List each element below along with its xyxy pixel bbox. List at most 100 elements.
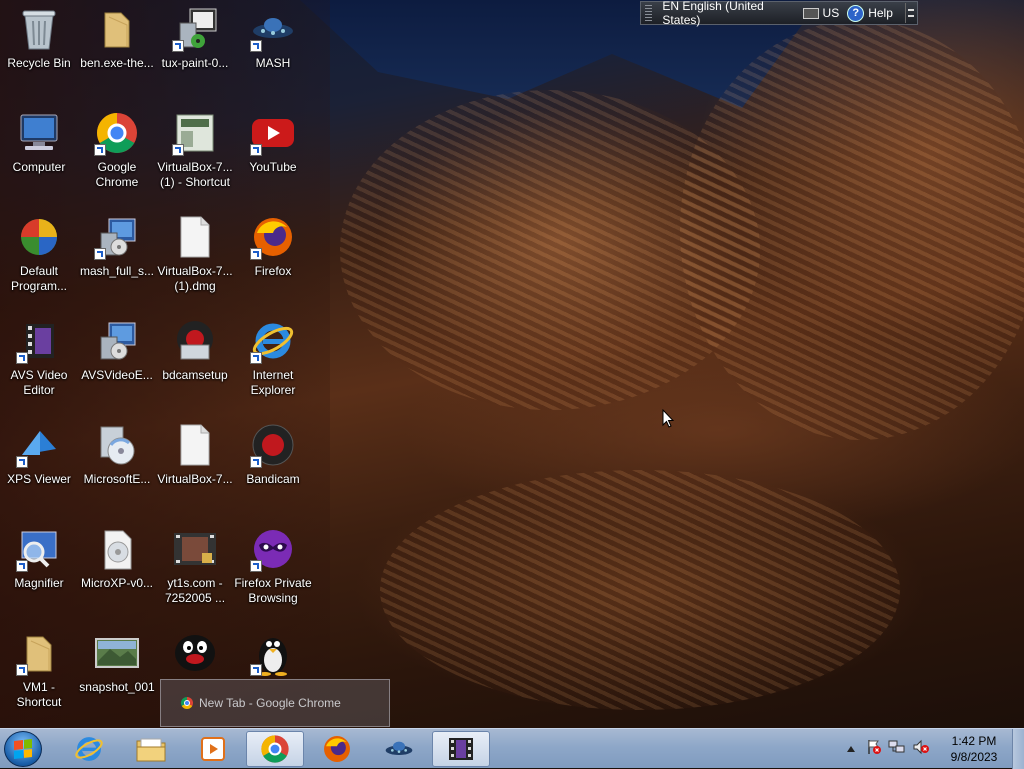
desktop-icon-xps-viewer[interactable]: XPS Viewer — [0, 416, 78, 516]
desktop-icon-virtualbox-shortcut[interactable]: VirtualBox-7... (1) - Shortcut — [156, 104, 234, 204]
icon-label: YouTube — [249, 160, 297, 174]
icon-label: ben.exe-the... — [80, 56, 154, 70]
language-bar-grip[interactable] — [645, 5, 653, 21]
volume-muted-icon — [913, 739, 929, 754]
language-bar-options-button[interactable] — [904, 3, 917, 23]
shortcut-arrow-icon — [250, 248, 262, 260]
desktop-icon-yt1s-video[interactable]: yt1s.com - 7252005 ... — [156, 520, 234, 620]
icon-label: tux-paint-0... — [161, 56, 229, 70]
desktop-icon-snapshot-001[interactable]: snapshot_001 — [78, 624, 156, 724]
taskbar-media-player[interactable] — [184, 731, 242, 767]
desktop-icon-firefox[interactable]: Firefox — [234, 208, 312, 308]
shortcut-arrow-icon — [250, 456, 262, 468]
keyboard-layout-label: US — [822, 6, 840, 20]
wallpaper-rock — [680, 20, 1024, 440]
folder-icon — [94, 6, 140, 52]
movie-maker-icon — [449, 738, 473, 760]
icon-label: VirtualBox-7... — [157, 472, 233, 486]
menu-lines-icon — [908, 15, 915, 17]
desktop-icon-avsvideoeditor-setup[interactable]: AVSVideoE... — [78, 312, 156, 412]
installer-icon — [94, 214, 140, 260]
desktop-icon-microxp[interactable]: MicroXP-v0... — [78, 520, 156, 620]
computer-icon — [16, 110, 62, 156]
installer-icon — [94, 318, 140, 364]
shortcut-arrow-icon — [16, 456, 28, 468]
desktop-icon-mash-full-setup[interactable]: mash_full_s... — [78, 208, 156, 308]
chrome-icon — [261, 735, 289, 763]
volume-button[interactable] — [912, 739, 930, 760]
icon-label: Computer — [12, 160, 66, 174]
folder-icon — [16, 630, 62, 676]
desktop-icon-bdcamsetup[interactable]: bdcamsetup — [156, 312, 234, 412]
desktop[interactable]: Recycle Bin Computer Default Program... … — [0, 0, 1024, 728]
desktop-icon-internet-explorer[interactable]: Internet Explorer — [234, 312, 312, 412]
desktop-icon-mash[interactable]: MASH — [234, 0, 312, 100]
recycle-bin-icon — [16, 6, 62, 52]
action-center-button[interactable] — [866, 739, 882, 760]
desktop-icon-youtube[interactable]: YouTube — [234, 104, 312, 204]
icon-label: AVSVideoE... — [81, 368, 153, 382]
taskbar-google-chrome[interactable] — [246, 731, 304, 767]
taskbar-movie-maker[interactable] — [432, 731, 490, 767]
taskbar-windows-explorer[interactable] — [122, 731, 180, 767]
icon-label: VM1 - Shortcut — [16, 680, 62, 709]
icon-label: snapshot_001 — [79, 680, 155, 694]
desktop-icon-virtualbox-dmg[interactable]: VirtualBox-7... (1).dmg — [156, 208, 234, 308]
shortcut-arrow-icon — [16, 560, 28, 572]
clock-time: 1:42 PM — [951, 734, 997, 748]
shortcut-arrow-icon — [250, 40, 262, 52]
desktop-icon-recycle-bin[interactable]: Recycle Bin — [0, 0, 78, 100]
chevron-up-icon — [847, 746, 855, 752]
icon-label: Firefox Private Browsing — [234, 576, 312, 605]
mouse-cursor-icon — [662, 409, 674, 428]
show-desktop-button[interactable] — [1012, 729, 1024, 769]
desktop-icon-firefox-private[interactable]: Firefox Private Browsing — [234, 520, 312, 620]
network-button[interactable] — [888, 739, 906, 760]
bandicam-setup-icon — [172, 318, 218, 364]
icon-label: Internet Explorer — [250, 368, 296, 397]
taskbar-mash[interactable] — [370, 731, 428, 767]
taskbar-thumbnail-preview[interactable]: New Tab - Google Chrome — [160, 679, 390, 727]
desktop-icon-bandicam[interactable]: Bandicam — [234, 416, 312, 516]
firefox-private-icon — [250, 526, 296, 572]
menu-lines-icon — [908, 9, 915, 11]
video-file-icon — [172, 526, 218, 572]
icon-label: Firefox — [254, 264, 292, 278]
desktop-icon-ben-exe[interactable]: ben.exe-the... — [78, 0, 156, 100]
shortcut-arrow-icon — [250, 352, 262, 364]
icon-label: yt1s.com - 7252005 ... — [164, 576, 226, 605]
disc-installer-icon — [94, 422, 140, 468]
taskbar[interactable]: 1:42 PM 9/8/2023 — [0, 728, 1024, 769]
desktop-icon-vm1-shortcut[interactable]: VM1 - Shortcut — [0, 624, 78, 724]
language-bar[interactable]: EN English (United States) US ? Help — [640, 0, 918, 27]
desktop-icon-google-chrome[interactable]: Google Chrome — [78, 104, 156, 204]
icon-label: mash_full_s... — [79, 264, 155, 278]
xps-viewer-icon — [16, 422, 62, 468]
show-hidden-icons-button[interactable] — [844, 746, 858, 752]
icon-label: AVS Video Editor — [10, 368, 68, 397]
windows-logo-icon — [14, 739, 32, 759]
desktop-icon-avs-video-editor[interactable]: AVS Video Editor — [0, 312, 78, 412]
taskbar-clock[interactable]: 1:42 PM 9/8/2023 — [940, 733, 1008, 765]
file-icon — [172, 214, 218, 260]
desktop-icon-computer[interactable]: Computer — [0, 104, 78, 204]
icon-label: XPS Viewer — [7, 472, 71, 486]
taskbar-firefox[interactable] — [308, 731, 366, 767]
desktop-icon-magnifier[interactable]: Magnifier — [0, 520, 78, 620]
icon-label: Default Program... — [10, 264, 67, 293]
help-button[interactable]: ? Help — [847, 4, 893, 22]
taskbar-internet-explorer[interactable] — [60, 731, 118, 767]
language-selector[interactable]: EN English (United States) — [662, 0, 794, 27]
desktop-icon-tux-paint-installer[interactable]: tux-paint-0... — [156, 0, 234, 100]
desktop-icon-default-programs[interactable]: Default Program... — [0, 208, 78, 308]
desktop-icon-virtualbox-file[interactable]: VirtualBox-7... — [156, 416, 234, 516]
help-label: Help — [868, 6, 893, 20]
bandicam-icon — [250, 422, 296, 468]
shortcut-arrow-icon — [250, 144, 262, 156]
desktop-icon-microsoft-edge-setup[interactable]: MicrosoftE... — [78, 416, 156, 516]
start-button[interactable] — [4, 731, 42, 767]
keyboard-layout-selector[interactable]: US — [802, 6, 840, 20]
mash-ufo-icon — [385, 741, 413, 755]
icon-label: MicroXP-v0... — [80, 576, 153, 590]
shortcut-arrow-icon — [94, 248, 106, 260]
